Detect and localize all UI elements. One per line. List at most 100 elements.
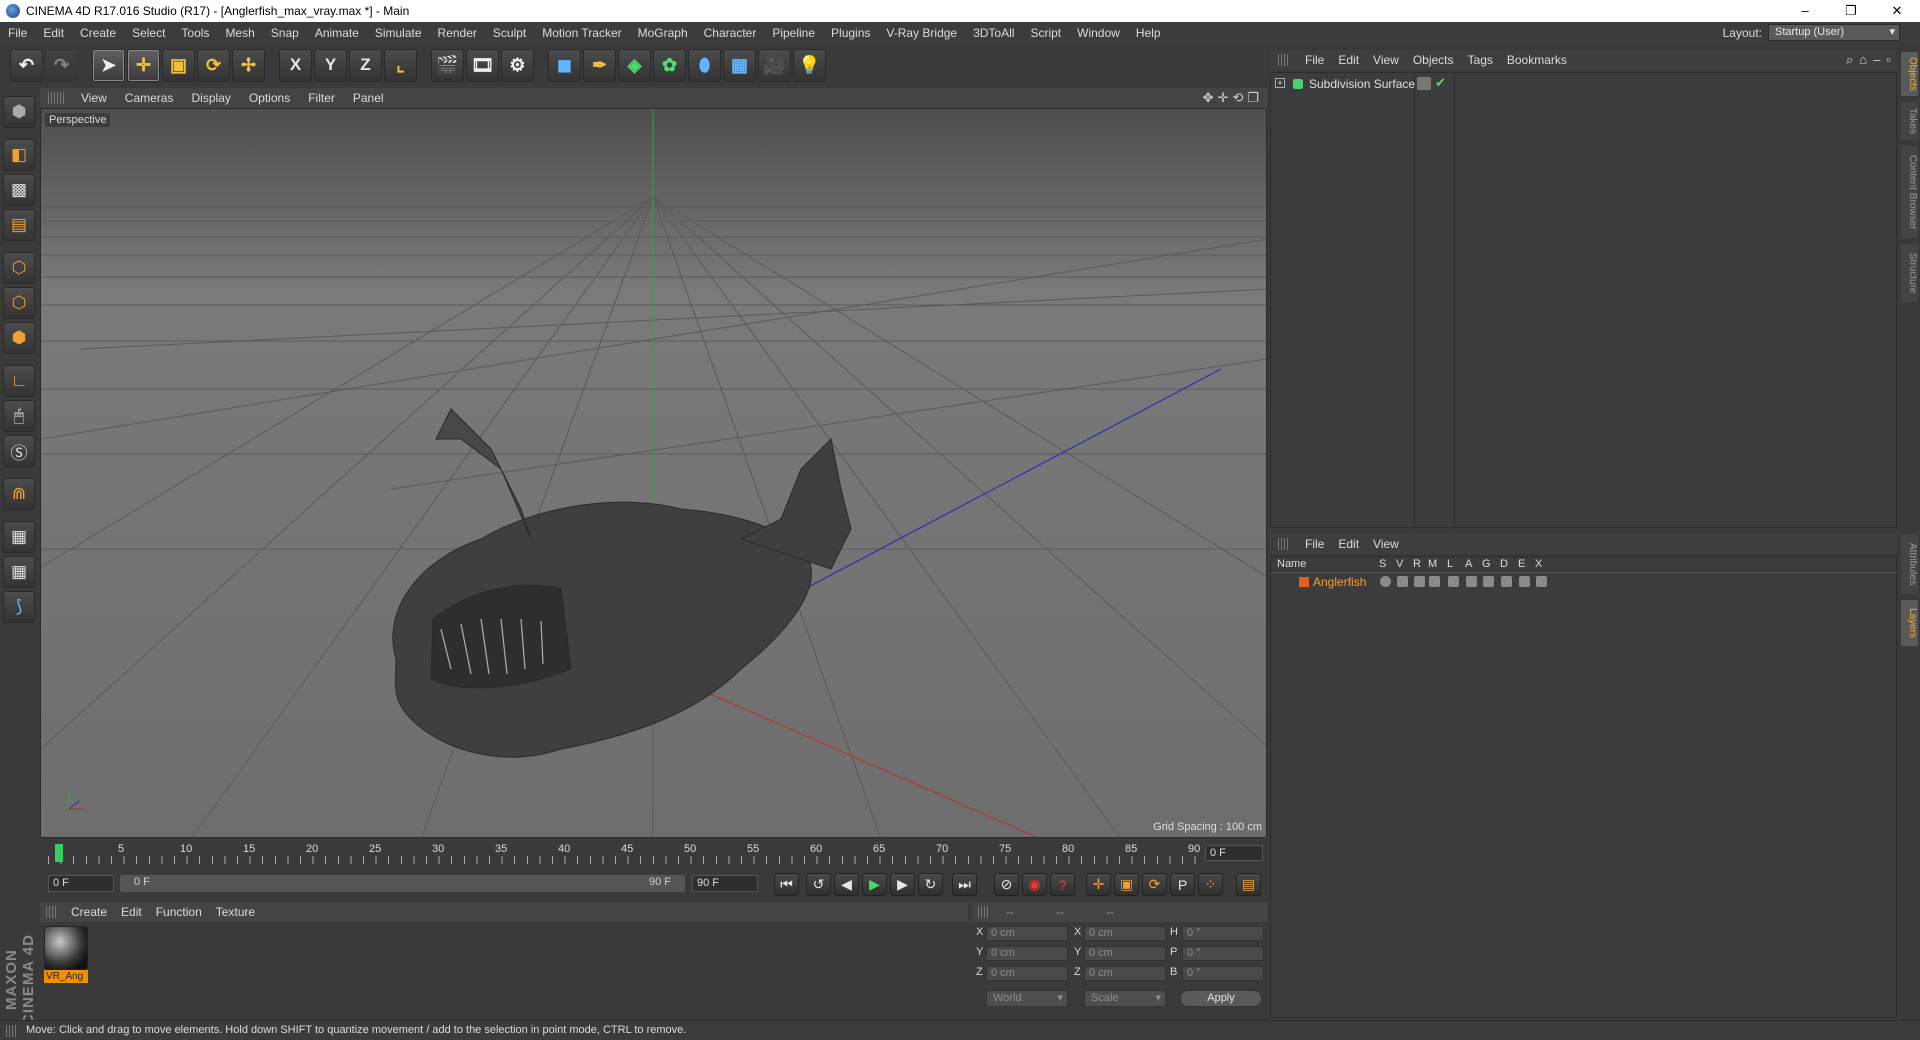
subdivision-icon[interactable]: ◈ (618, 48, 651, 82)
menu-help[interactable]: Help (1128, 26, 1169, 40)
column-render[interactable]: R (1413, 558, 1421, 570)
cloner-icon[interactable]: ✿ (653, 48, 686, 82)
xref-icon[interactable] (1536, 576, 1547, 587)
render-picture-viewer-icon[interactable]: 🎞 (466, 48, 499, 82)
column-xrefs[interactable]: X (1535, 558, 1542, 570)
rotation-p-field[interactable]: 0 ° (1182, 946, 1264, 961)
key-param-icon[interactable]: P (1170, 873, 1195, 896)
tweak-mode-icon[interactable]: 🖱 (3, 400, 35, 432)
object-menu-bookmarks[interactable]: Bookmarks (1500, 53, 1574, 67)
menu-motion-tracker[interactable]: Motion Tracker (534, 26, 629, 40)
camera-icon[interactable]: 🎥 (758, 48, 791, 82)
select-arrow-icon[interactable]: ➤ (92, 48, 125, 82)
position-y-field[interactable]: 0 cm (986, 946, 1068, 961)
column-manager[interactable]: M (1428, 558, 1437, 570)
model-mode-icon[interactable]: ◧ (3, 139, 35, 171)
column-deformers[interactable]: D (1500, 558, 1508, 570)
visibility-icon[interactable] (1397, 576, 1408, 587)
layer-color-swatch[interactable] (1299, 577, 1309, 587)
menu-vray-bridge[interactable]: V-Ray Bridge (878, 26, 965, 40)
viewport-camera-label[interactable]: Perspective (45, 113, 111, 127)
texture-mode-icon[interactable]: ▩ (3, 174, 35, 206)
layer-name[interactable]: Anglerfish (1313, 575, 1366, 589)
panel-grip-icon[interactable] (1278, 538, 1290, 550)
undo-icon[interactable]: ↶ (10, 48, 43, 82)
rotation-b-field[interactable]: 0 ° (1182, 966, 1264, 981)
viewport-menu-view[interactable]: View (72, 91, 116, 105)
panel-grip-icon[interactable] (1278, 54, 1290, 66)
render-settings-icon[interactable]: ⚙ (501, 48, 534, 82)
column-view[interactable]: V (1396, 558, 1403, 570)
object-menu-objects[interactable]: Objects (1406, 53, 1461, 67)
menu-plugins[interactable]: Plugins (823, 26, 878, 40)
coordinate-system-icon[interactable]: ⌞ (384, 48, 417, 82)
rotation-h-field[interactable]: 0 ° (1182, 926, 1264, 941)
solo-icon[interactable] (1380, 576, 1391, 587)
panel-grip-icon[interactable] (978, 906, 990, 918)
viewport-menu-cameras[interactable]: Cameras (116, 91, 183, 105)
manager-icon[interactable] (1429, 576, 1440, 587)
toggle-view-icon[interactable]: ❐ (1247, 90, 1259, 106)
preview-range-slider[interactable]: 0 F 90 F (120, 875, 685, 892)
menu-edit[interactable]: Edit (35, 26, 72, 40)
layer-row[interactable]: Anglerfish (1271, 574, 1898, 590)
live-select-icon[interactable]: ✢ (232, 48, 265, 82)
menu-snap[interactable]: Snap (263, 26, 307, 40)
end-frame-field[interactable]: 90 F (692, 875, 758, 892)
layer-menu-file[interactable]: File (1298, 537, 1331, 551)
expression-icon[interactable] (1519, 576, 1530, 587)
material-thumbnail[interactable] (44, 926, 88, 970)
motion-record-icon[interactable]: ⊘ (994, 873, 1019, 896)
workplane-icon[interactable]: ▤ (3, 209, 35, 241)
light-icon[interactable]: 💡 (793, 48, 826, 82)
close-button[interactable]: ✕ (1874, 0, 1920, 22)
column-name[interactable]: Name (1277, 558, 1306, 570)
minimize-panel-icon[interactable]: – (1873, 52, 1880, 68)
size-mode-dropdown[interactable]: Scale (1084, 990, 1166, 1007)
viewport-menu-options[interactable]: Options (240, 91, 299, 105)
lock-icon[interactable] (1448, 576, 1459, 587)
column-generators[interactable]: G (1482, 558, 1491, 570)
key-scale-icon[interactable]: ▣ (1114, 873, 1139, 896)
key-rotate-icon[interactable]: ⟳ (1142, 873, 1167, 896)
next-key-icon[interactable]: ↻ (918, 873, 943, 896)
redo-icon[interactable]: ↷ (45, 48, 78, 82)
enabled-check-icon[interactable]: ✔ (1435, 75, 1446, 91)
menu-window[interactable]: Window (1069, 26, 1128, 40)
tab-objects[interactable]: Objects (1901, 52, 1918, 96)
column-solo[interactable]: S (1379, 558, 1386, 570)
animation-icon[interactable] (1466, 576, 1477, 587)
orbit-view-icon[interactable]: ⟲ (1232, 90, 1243, 106)
x-axis-icon[interactable]: X (279, 48, 312, 82)
menu-3dtoall[interactable]: 3DToAll (965, 26, 1022, 40)
edges-mode-icon[interactable]: ⬡ (3, 287, 35, 319)
playhead[interactable] (55, 844, 63, 862)
layer-menu-view[interactable]: View (1366, 537, 1406, 551)
layout-dropdown[interactable]: Startup (User) (1768, 24, 1900, 41)
object-row[interactable]: + Subdivision Surface ✔ (1271, 75, 1898, 93)
column-expressions[interactable]: E (1518, 558, 1525, 570)
grid-snap-icon[interactable]: ▦ (3, 556, 35, 588)
goto-end-icon[interactable]: ⏭ (952, 873, 977, 896)
object-name[interactable]: Subdivision Surface (1309, 77, 1415, 91)
next-frame-icon[interactable]: ▶ (890, 873, 915, 896)
panel-grip-icon[interactable] (6, 1025, 18, 1037)
z-axis-icon[interactable]: Z (349, 48, 382, 82)
autokey-icon[interactable]: ? (1050, 873, 1075, 896)
menu-simulate[interactable]: Simulate (367, 26, 430, 40)
home-icon[interactable]: ⌂ (1859, 52, 1867, 68)
object-menu-edit[interactable]: Edit (1331, 53, 1366, 67)
size-x-field[interactable]: 0 cm (1084, 926, 1166, 941)
menu-pipeline[interactable]: Pipeline (764, 26, 823, 40)
panel-grip-icon[interactable] (48, 92, 64, 104)
menu-character[interactable]: Character (696, 26, 765, 40)
expand-toggle-icon[interactable]: + (1275, 78, 1285, 88)
viewport-menu-panel[interactable]: Panel (344, 91, 393, 105)
pan-view-icon[interactable]: ✥ (1203, 90, 1214, 106)
size-z-field[interactable]: 0 cm (1084, 966, 1166, 981)
menu-tools[interactable]: Tools (173, 26, 217, 40)
material-menu-create[interactable]: Create (64, 905, 114, 919)
material-menu-function[interactable]: Function (149, 905, 209, 919)
position-z-field[interactable]: 0 cm (986, 966, 1068, 981)
move-icon[interactable]: ✛ (127, 48, 160, 82)
